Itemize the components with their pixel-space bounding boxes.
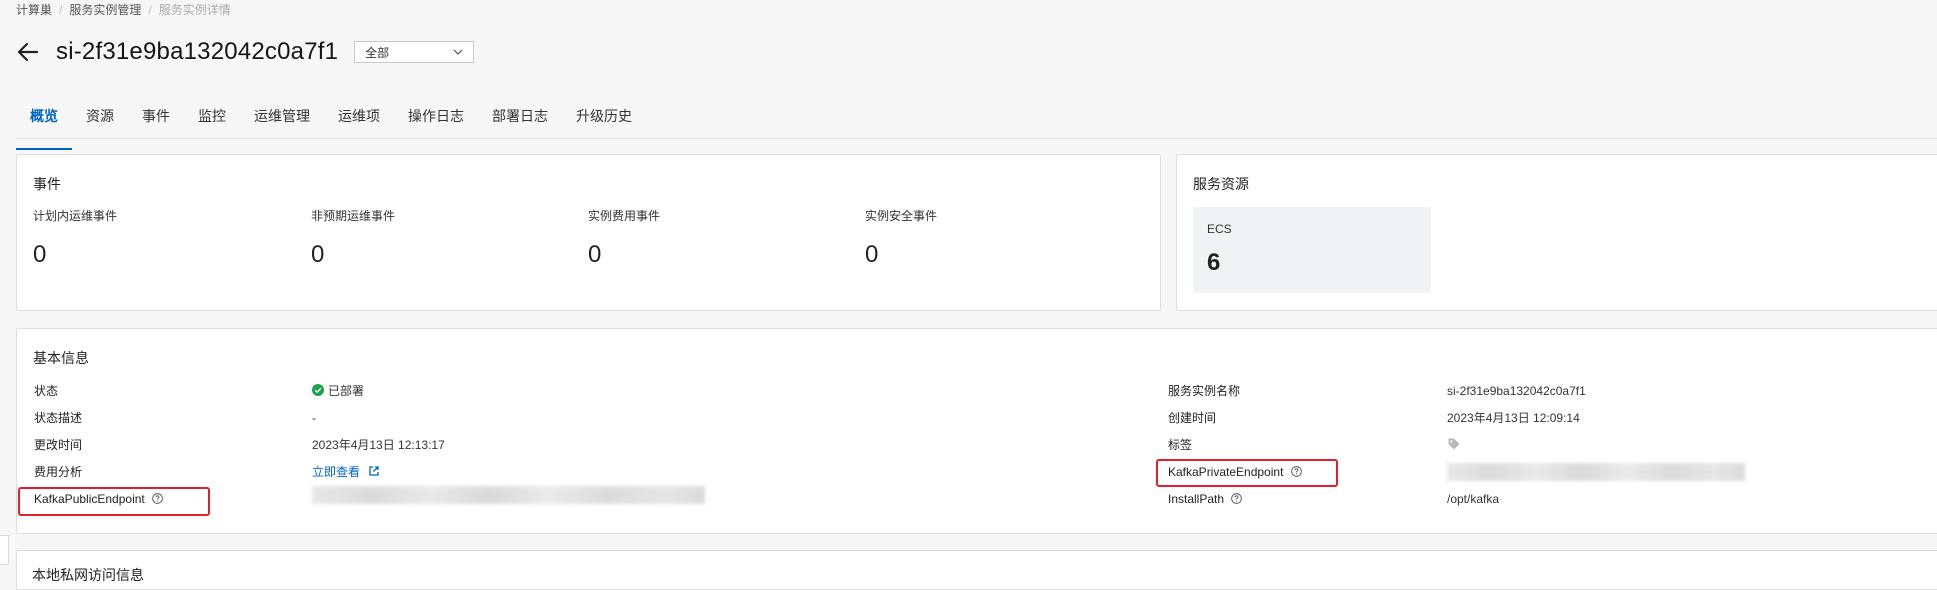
instance-name-value: si-2f31e9ba132042c0a7f1 — [1447, 382, 1586, 400]
breadcrumb-item-instance-management[interactable]: 服务实例管理 — [69, 3, 141, 17]
events-card-title: 事件 — [33, 176, 61, 192]
tab-events[interactable]: 事件 — [128, 106, 184, 138]
page-title: si-2f31e9ba132042c0a7f1 — [56, 38, 339, 65]
private-network-title: 本地私网访问信息 — [32, 567, 144, 583]
info-row-instance-name: 服务实例名称 — [1168, 382, 1240, 400]
info-value: - — [312, 411, 316, 425]
event-planned: 计划内运维事件 0 — [33, 207, 117, 269]
event-unexpected: 非预期运维事件 0 — [311, 207, 395, 269]
help-circle-icon[interactable] — [152, 493, 163, 504]
info-label: 费用分析 — [34, 465, 83, 479]
breadcrumb-item-current: 服务实例详情 — [158, 3, 231, 17]
status-text: 已部署 — [328, 384, 365, 398]
info-label: KafkaPrivateEndpoint — [1168, 465, 1284, 479]
info-row-status: 状态 — [34, 382, 58, 400]
kafka-public-endpoint-redacted — [312, 486, 705, 504]
tag-icon[interactable] — [1447, 437, 1461, 451]
tab-operation-logs[interactable]: 操作日志 — [394, 106, 478, 138]
basic-info-card: 基本信息 — [16, 328, 1937, 534]
event-label: 实例费用事件 — [588, 209, 661, 223]
info-row-status-desc: 状态描述 — [34, 409, 82, 427]
view-now-link[interactable]: 立即查看 — [312, 465, 360, 479]
info-row-install-path: InstallPath — [1168, 490, 1243, 508]
scope-select[interactable]: 全部 — [354, 41, 475, 63]
info-value: /opt/kafka — [1447, 492, 1500, 506]
info-label: 更改时间 — [34, 438, 83, 452]
created-time-value: 2023年4月13日 12:09:14 — [1447, 409, 1580, 427]
external-link-icon[interactable] — [368, 465, 380, 477]
back-arrow-icon[interactable] — [16, 40, 40, 64]
page-header: si-2f31e9ba132042c0a7f1 全部 — [16, 38, 475, 66]
info-label: 状态描述 — [34, 411, 83, 425]
modified-time-value: 2023年4月13日 12:13:17 — [312, 436, 445, 454]
info-label: 服务实例名称 — [1168, 384, 1241, 398]
install-path-value: /opt/kafka — [1447, 490, 1499, 508]
kafka-private-endpoint-redacted — [1447, 463, 1745, 481]
info-label: InstallPath — [1168, 492, 1225, 506]
event-label: 非预期运维事件 — [311, 209, 396, 223]
info-row-tags: 标签 — [1168, 436, 1192, 454]
info-row-kafka-private: KafkaPrivateEndpoint — [1168, 463, 1302, 481]
tags-value[interactable] — [1447, 436, 1461, 454]
event-count: 0 — [865, 241, 879, 268]
status-desc-value: - — [312, 409, 316, 427]
tab-monitoring[interactable]: 监控 — [184, 106, 240, 138]
info-value: si-2f31e9ba132042c0a7f1 — [1447, 384, 1586, 398]
tab-bar: 概览 资源 事件 监控 运维管理 运维项 操作日志 部署日志 升级历史 — [16, 106, 1937, 150]
event-security: 实例安全事件 0 — [865, 207, 937, 269]
help-circle-icon[interactable] — [1231, 493, 1243, 504]
event-count: 0 — [33, 241, 47, 268]
status-value: 已部署 — [312, 382, 364, 400]
tab-resources[interactable]: 资源 — [72, 106, 128, 138]
breadcrumb-separator: / — [59, 3, 63, 17]
event-billing: 实例费用事件 0 — [588, 207, 660, 269]
info-value: 2023年4月13日 12:13:17 — [312, 438, 445, 452]
resources-card-title: 服务资源 — [1193, 176, 1249, 192]
private-network-card — [16, 550, 1937, 590]
event-label: 实例安全事件 — [865, 209, 938, 223]
breadcrumb-item-compute-nest[interactable]: 计算巢 — [16, 3, 52, 17]
tab-ops-items[interactable]: 运维项 — [324, 106, 394, 138]
info-row-created: 创建时间 — [1168, 409, 1216, 427]
info-label: 创建时间 — [1168, 411, 1217, 425]
chevron-down-icon — [453, 49, 463, 55]
tab-ops-management[interactable]: 运维管理 — [240, 106, 324, 138]
scope-select-value: 全部 — [365, 45, 390, 60]
event-count: 0 — [588, 241, 602, 268]
info-row-modified: 更改时间 — [34, 436, 82, 454]
ecs-count: 6 — [1207, 249, 1221, 276]
resources-card: 服务资源 ECS 6 — [1176, 154, 1937, 311]
breadcrumb: 计算巢 / 服务实例管理 / 服务实例详情 — [16, 1, 231, 18]
breadcrumb-separator: / — [148, 3, 152, 17]
events-card: 事件 计划内运维事件 0 非预期运维事件 0 实例费用事件 0 实例安全事件 0 — [16, 154, 1161, 311]
basic-info-title: 基本信息 — [33, 350, 89, 366]
info-row-cost: 费用分析 — [34, 463, 82, 481]
info-label: KafkaPublicEndpoint — [34, 492, 145, 506]
check-circle-icon — [312, 384, 324, 396]
tab-overview[interactable]: 概览 — [16, 106, 72, 150]
info-value: 2023年4月13日 12:09:14 — [1447, 411, 1580, 425]
ecs-resource-tile[interactable]: ECS 6 — [1193, 207, 1431, 293]
info-label: 标签 — [1168, 438, 1193, 452]
tab-deployment-logs[interactable]: 部署日志 — [478, 106, 562, 138]
event-count: 0 — [311, 241, 325, 268]
event-label: 计划内运维事件 — [33, 209, 118, 223]
info-row-kafka-public: KafkaPublicEndpoint — [34, 490, 163, 508]
tab-upgrade-history[interactable]: 升级历史 — [562, 106, 646, 138]
ecs-label: ECS — [1207, 222, 1232, 236]
help-circle-icon[interactable] — [1290, 466, 1302, 477]
sidebar-toggle-handle[interactable] — [0, 535, 9, 565]
cost-analysis-link[interactable]: 立即查看 — [312, 463, 380, 481]
info-label: 状态 — [34, 384, 59, 398]
